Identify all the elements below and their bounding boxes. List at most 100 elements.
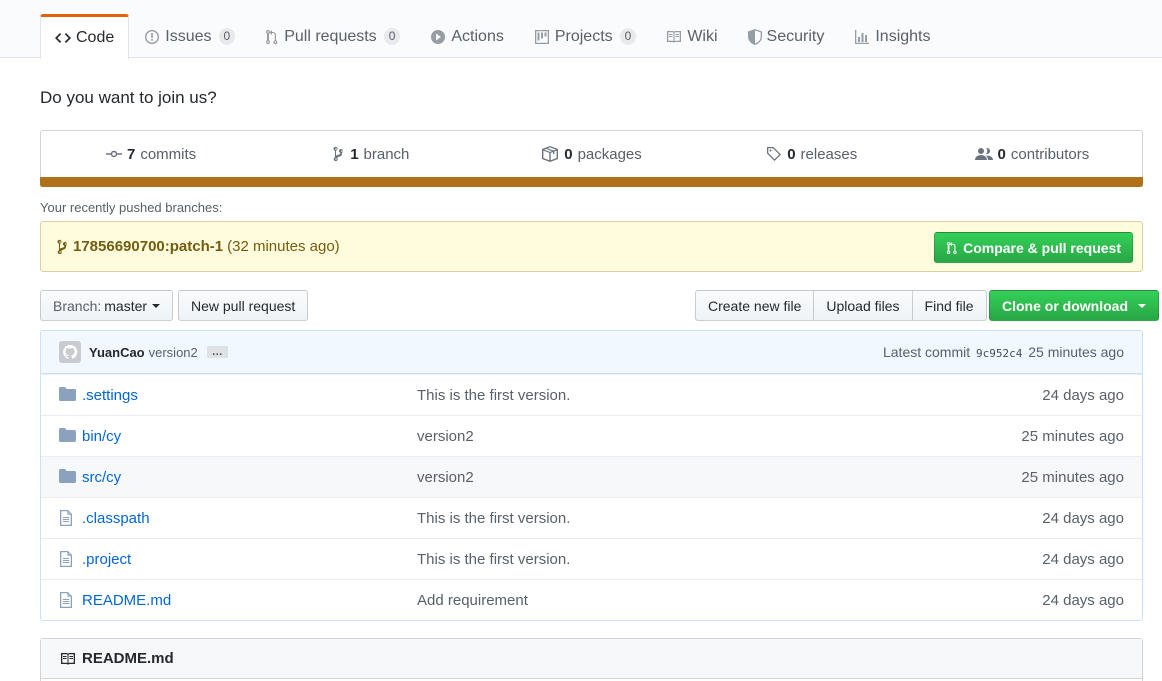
tab-label: Projects bbox=[554, 27, 613, 45]
latest-commit-label: Latest commit bbox=[882, 344, 971, 360]
upload-files-button[interactable]: Upload files bbox=[813, 290, 913, 321]
commits-link[interactable]: 7 commits bbox=[41, 146, 261, 163]
readme-box: README.md bbox=[40, 638, 1143, 681]
play-icon bbox=[430, 29, 446, 45]
file-row: README.md Add requirement 24 days ago bbox=[41, 579, 1142, 620]
branches-label: branch bbox=[363, 145, 410, 163]
tab-security[interactable]: Security bbox=[733, 14, 840, 58]
file-row: bin/cy version2 25 minutes ago bbox=[41, 415, 1142, 456]
packages-link[interactable]: 0 packages bbox=[481, 146, 701, 163]
commit-expand-button[interactable]: … bbox=[206, 346, 228, 358]
file-name[interactable]: README.md bbox=[82, 592, 171, 609]
code-icon bbox=[55, 31, 71, 45]
issue-icon bbox=[144, 29, 160, 45]
file-age: 25 minutes ago bbox=[1021, 427, 1124, 445]
file-row: .classpath This is the first version. 24… bbox=[41, 497, 1142, 538]
file-icon bbox=[59, 592, 73, 608]
packages-label: packages bbox=[577, 145, 642, 163]
recent-branch-name[interactable]: 17856690700:patch-1 bbox=[73, 238, 223, 255]
language-bar[interactable] bbox=[40, 177, 1143, 187]
recent-branch-time: (32 minutes ago) bbox=[227, 238, 340, 255]
file-commit-message[interactable]: Add requirement bbox=[417, 592, 528, 609]
file-age: 24 days ago bbox=[1042, 509, 1124, 527]
readme-title: README.md bbox=[82, 650, 174, 667]
branches-count: 1 bbox=[350, 145, 359, 163]
branch-icon bbox=[57, 239, 69, 255]
contributors-link[interactable]: 0 contributors bbox=[922, 146, 1142, 163]
file-age: 24 days ago bbox=[1042, 550, 1124, 568]
book-icon bbox=[60, 652, 76, 666]
tab-label: Security bbox=[766, 27, 825, 45]
file-commit-message[interactable]: version2 bbox=[417, 428, 474, 445]
tab-issues[interactable]: Issues 0 bbox=[129, 14, 250, 58]
commit-sha[interactable]: 9c952c4 bbox=[976, 347, 1022, 360]
compare-pull-request-button[interactable]: Compare & pull request bbox=[934, 232, 1133, 263]
recent-branches-label: Your recently pushed branches: bbox=[40, 200, 223, 215]
file-commit-message[interactable]: This is the first version. bbox=[417, 387, 570, 404]
repo-nav: Code Issues 0 Pull requests 0 Actions Pr… bbox=[0, 0, 1162, 59]
compare-label: Compare & pull request bbox=[963, 239, 1121, 256]
branch-icon bbox=[333, 146, 345, 162]
recent-branch-banner: 17856690700:patch-1 (32 minutes ago) Com… bbox=[40, 221, 1143, 272]
commit-author[interactable]: YuanCao bbox=[89, 345, 145, 360]
file-name[interactable]: .project bbox=[82, 551, 131, 568]
file-name[interactable]: src/cy bbox=[82, 469, 121, 486]
shield-icon bbox=[747, 28, 762, 45]
package-icon bbox=[541, 146, 559, 162]
tab-code[interactable]: Code bbox=[40, 14, 130, 59]
file-name[interactable]: .classpath bbox=[82, 510, 150, 527]
file-commit-message[interactable]: This is the first version. bbox=[417, 551, 570, 568]
tab-label: Pull requests bbox=[284, 27, 377, 45]
clone-label: Clone or download bbox=[1002, 297, 1128, 314]
branch-select-button[interactable]: Branch: master bbox=[40, 290, 174, 321]
tab-label: Insights bbox=[875, 27, 931, 45]
tab-label: Code bbox=[76, 29, 115, 46]
avatar[interactable] bbox=[59, 341, 81, 363]
projects-counter: 0 bbox=[619, 28, 637, 45]
releases-label: releases bbox=[800, 145, 858, 163]
book-icon bbox=[666, 30, 682, 44]
create-new-file-button[interactable]: Create new file bbox=[695, 290, 815, 321]
file-actions: Create new file Upload files Find file bbox=[695, 290, 987, 321]
releases-link[interactable]: 0 releases bbox=[702, 146, 922, 163]
folder-icon bbox=[59, 428, 76, 442]
pull-request-icon bbox=[265, 29, 279, 45]
project-icon bbox=[534, 29, 550, 45]
contributors-count: 0 bbox=[997, 145, 1006, 163]
graph-icon bbox=[854, 29, 870, 45]
tab-wiki[interactable]: Wiki bbox=[651, 14, 732, 58]
readme-header: README.md bbox=[41, 639, 1142, 679]
tab-pull-requests[interactable]: Pull requests 0 bbox=[250, 14, 415, 58]
branch-prefix: Branch: bbox=[53, 297, 102, 314]
caret-down-icon bbox=[1138, 303, 1146, 308]
file-row: src/cy version2 25 minutes ago bbox=[41, 456, 1142, 497]
file-name[interactable]: bin/cy bbox=[82, 428, 121, 445]
packages-count: 0 bbox=[564, 145, 573, 163]
tab-actions[interactable]: Actions bbox=[415, 14, 518, 58]
find-file-button[interactable]: Find file bbox=[911, 290, 987, 321]
file-commit-message[interactable]: This is the first version. bbox=[417, 510, 570, 527]
commit-icon bbox=[106, 149, 122, 159]
caret-down-icon bbox=[152, 303, 161, 308]
folder-icon bbox=[59, 469, 76, 483]
repo-summary: 7 commits 1 branch 0 packages 0 releases… bbox=[40, 130, 1143, 187]
pull-requests-counter: 0 bbox=[383, 28, 401, 45]
clone-download-button[interactable]: Clone or download bbox=[989, 290, 1159, 321]
commits-count: 7 bbox=[127, 145, 136, 163]
commits-label: commits bbox=[140, 145, 197, 163]
file-icon bbox=[59, 510, 73, 526]
commit-message[interactable]: version2 bbox=[149, 345, 198, 360]
tab-projects[interactable]: Projects 0 bbox=[519, 14, 651, 58]
pull-request-icon bbox=[946, 240, 958, 256]
file-row: .project This is the first version. 24 d… bbox=[41, 538, 1142, 579]
commit-age: 25 minutes ago bbox=[1028, 344, 1124, 360]
branches-link[interactable]: 1 branch bbox=[261, 146, 481, 163]
tab-insights[interactable]: Insights bbox=[839, 14, 945, 58]
releases-count: 0 bbox=[787, 145, 796, 163]
contributors-label: contributors bbox=[1010, 145, 1090, 163]
new-pull-request-button[interactable]: New pull request bbox=[178, 290, 309, 321]
file-commit-message[interactable]: version2 bbox=[417, 469, 474, 486]
file-age: 24 days ago bbox=[1042, 591, 1124, 609]
file-name[interactable]: .settings bbox=[82, 387, 138, 404]
issues-counter: 0 bbox=[218, 28, 236, 45]
